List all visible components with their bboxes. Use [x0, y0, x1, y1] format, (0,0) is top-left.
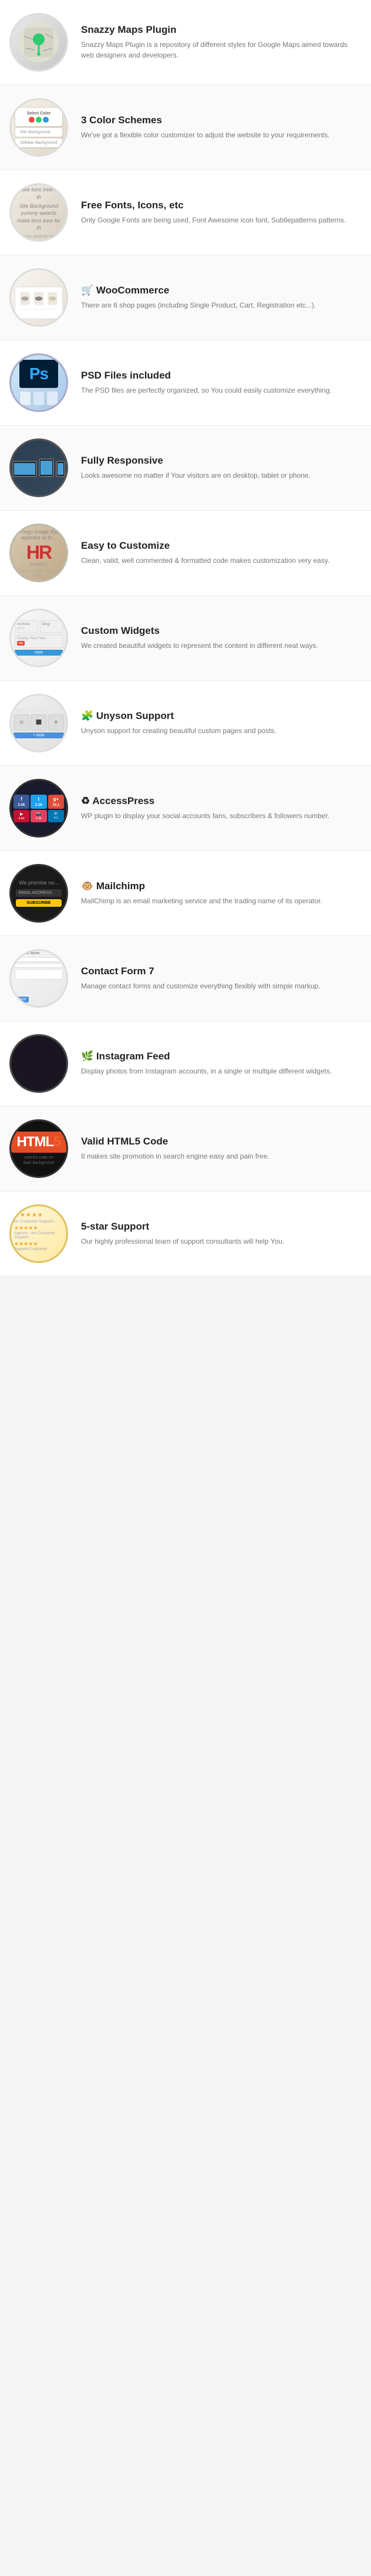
feature-item-support: ★★★★★ for Customer Support... ★★★★★ Agen…: [0, 1191, 371, 1277]
feature-desc-responsive: Looks awesome no matter if Your visitors…: [81, 470, 357, 481]
feature-title-contact: Contact Form 7: [81, 965, 357, 977]
feature-content-html5: Valid HTML5 Code It makes site promotion…: [81, 1136, 357, 1162]
feature-item-colors: Select Color Site Background Sidebar Bac…: [0, 85, 371, 170]
thumb-psd: Ps: [9, 353, 68, 412]
thumb-fonts: yummy awards make tons trew for th Site …: [9, 183, 68, 242]
feature-title-woo: 🛒 WooCommerce: [81, 285, 357, 296]
feature-desc-mailchimp: MailChimp is an email marketing service …: [81, 896, 357, 906]
feature-content-widgets: Custom Widgets We created beautiful widg…: [81, 625, 357, 651]
feature-title-psd: PSD Files included: [81, 370, 357, 381]
thumb-access: f3.5K t2.1K g+15.1 ▶4.6K 📷4.4K in4.1: [9, 779, 68, 838]
feature-item-unyson: ⊞ ⬛ ✱ + Apply 🧩 Unyson Support Unyson su…: [0, 681, 371, 766]
feature-title-snazzy: Snazzy Maps Plugin: [81, 24, 357, 36]
feature-content-customize: Easy to Customize Clean, valid, well com…: [81, 540, 357, 566]
feature-item-contact: contact form Send Contact Form 7 Manage …: [0, 936, 371, 1021]
feature-desc-contact: Manage contact forms and customize every…: [81, 981, 357, 991]
feature-item-widgets: Archive price Blog Display Your Feed tag…: [0, 596, 371, 681]
feature-content-mailchimp: 🐵 Mailchimp MailChimp is an email market…: [81, 880, 357, 906]
feature-desc-widgets: We created beautiful widgets to represen…: [81, 640, 357, 651]
feature-content-responsive: Fully Responsive Looks awesome no matter…: [81, 455, 357, 481]
feature-desc-customize: Clean, valid, well commented & formatted…: [81, 555, 357, 566]
thumb-responsive: [9, 438, 68, 497]
thumb-woo: [9, 268, 68, 327]
feature-title-customize: Easy to Customize: [81, 540, 357, 552]
feature-desc-colors: We've got a flexible color customizer to…: [81, 130, 357, 140]
feature-desc-html5: It makes site promotion in search engine…: [81, 1151, 357, 1162]
feature-title-access: ♻ AccessPress: [81, 795, 357, 807]
feature-item-customize: A logo image that appears at th... HR AG…: [0, 511, 371, 596]
feature-content-fonts: Free Fonts, Icons, etc Only Google Fonts…: [81, 200, 357, 225]
feature-item-psd: Ps PSD Files included The PSD files are …: [0, 340, 371, 426]
thumb-snazzy: [9, 13, 68, 72]
feature-item-snazzy: Snazzy Maps Plugin Snazzy Maps Plugin is…: [0, 0, 371, 85]
thumb-widgets: Archive price Blog Display Your Feed tag…: [9, 609, 68, 667]
thumb-contact: contact form Send: [9, 949, 68, 1008]
thumb-html5: HTML5 colorful code ondark background: [9, 1119, 68, 1178]
feature-title-widgets: Custom Widgets: [81, 625, 357, 637]
feature-title-responsive: Fully Responsive: [81, 455, 357, 467]
feature-item-fonts: yummy awards make tons trew for th Site …: [0, 170, 371, 255]
feature-content-instagram: 🌿 Instagram Feed Display photos from Ins…: [81, 1051, 357, 1076]
feature-title-mailchimp: 🐵 Mailchimp: [81, 880, 357, 892]
feature-desc-support: Our highly professional team of support …: [81, 1236, 357, 1247]
feature-content-unyson: 🧩 Unyson Support Unyson support for crea…: [81, 710, 357, 736]
feature-desc-access: WP plugin to display your social account…: [81, 811, 357, 821]
thumb-support: ★★★★★ for Customer Support... ★★★★★ Agen…: [9, 1204, 68, 1263]
feature-title-unyson: 🧩 Unyson Support: [81, 710, 357, 722]
feature-item-responsive: Fully Responsive Looks awesome no matter…: [0, 426, 371, 511]
feature-item-access: f3.5K t2.1K g+15.1 ▶4.6K 📷4.4K in4.1 ♻ A…: [0, 766, 371, 851]
feature-title-colors: 3 Color Schemes: [81, 114, 357, 126]
thumb-colors: Select Color Site Background Sidebar Bac…: [9, 98, 68, 157]
feature-title-html5: Valid HTML5 Code: [81, 1136, 357, 1147]
feature-desc-psd: The PSD files are perfectly organized, s…: [81, 385, 357, 396]
feature-content-colors: 3 Color Schemes We've got a flexible col…: [81, 114, 357, 140]
feature-list: Snazzy Maps Plugin Snazzy Maps Plugin is…: [0, 0, 371, 1277]
feature-item-instagram: 🌿 Instagram Feed Display photos from Ins…: [0, 1021, 371, 1106]
feature-desc-snazzy: Snazzy Maps Plugin is a repository of di…: [81, 39, 357, 60]
feature-content-snazzy: Snazzy Maps Plugin Snazzy Maps Plugin is…: [81, 24, 357, 60]
feature-content-access: ♻ AccessPress WP plugin to display your …: [81, 795, 357, 821]
feature-title-fonts: Free Fonts, Icons, etc: [81, 200, 357, 211]
feature-item-mailchimp: We promise no... EMAIL ADDRESS SUBSCRIBE…: [0, 851, 371, 936]
feature-content-woo: 🛒 WooCommerce There are 6 shop pages (in…: [81, 285, 357, 310]
feature-desc-woo: There are 6 shop pages (including Single…: [81, 300, 357, 310]
feature-title-instagram: 🌿 Instagram Feed: [81, 1051, 357, 1062]
feature-desc-unyson: Unyson support for creating beautiful cu…: [81, 725, 357, 736]
feature-desc-instagram: Display photos from Instagram accounts, …: [81, 1066, 357, 1076]
feature-title-support: 5-star Support: [81, 1221, 357, 1233]
feature-content-contact: Contact Form 7 Manage contact forms and …: [81, 965, 357, 991]
feature-content-support: 5-star Support Our highly professional t…: [81, 1221, 357, 1247]
thumb-instagram: [9, 1034, 68, 1093]
thumb-unyson: ⊞ ⬛ ✱ + Apply: [9, 694, 68, 752]
feature-content-psd: PSD Files included The PSD files are per…: [81, 370, 357, 396]
feature-item-woo: 🛒 WooCommerce There are 6 shop pages (in…: [0, 255, 371, 340]
feature-item-html5: HTML5 colorful code ondark background Va…: [0, 1106, 371, 1191]
feature-desc-fonts: Only Google Fonts are being used, Font A…: [81, 215, 357, 225]
thumb-customize: A logo image that appears at th... HR AG…: [9, 524, 68, 582]
thumb-mailchimp: We promise no... EMAIL ADDRESS SUBSCRIBE: [9, 864, 68, 923]
